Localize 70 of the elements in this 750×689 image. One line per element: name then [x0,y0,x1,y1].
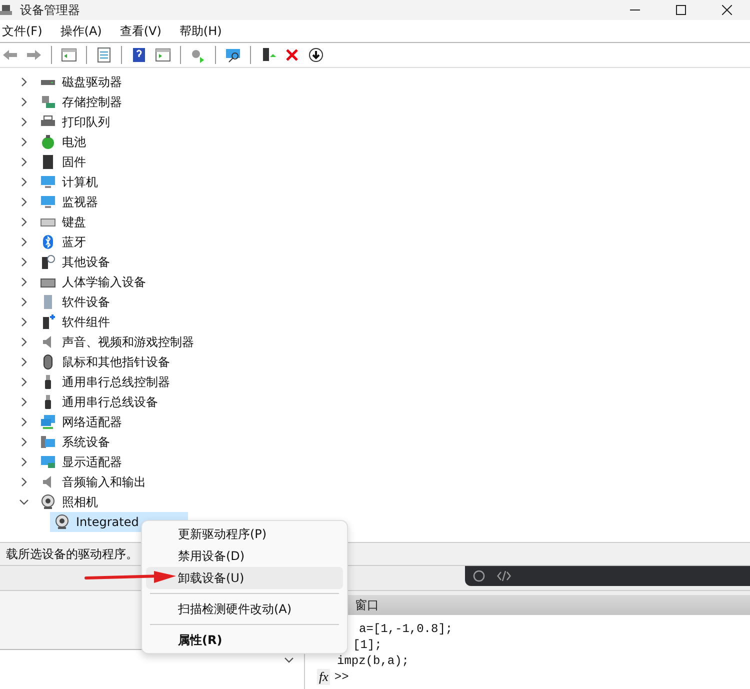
close-icon [722,5,732,15]
back-icon [2,47,18,63]
function-button[interactable]: fx [317,669,330,685]
menu-item[interactable]: 操作(A) [58,22,102,40]
tree-item[interactable]: 磁盘驱动器 [36,72,126,92]
tree-item[interactable]: 照相机 [36,492,102,512]
circle-icon[interactable] [473,570,485,582]
battery-icon [40,134,56,150]
display-adapter-icon [40,454,56,470]
help-icon [131,47,147,63]
network-icon [40,414,56,430]
tree-item[interactable]: 鼠标和其他指针设备 [36,352,174,372]
tree-item[interactable]: 打印队列 [36,112,114,132]
command-prompt[interactable]: >> [334,669,349,685]
tree-item[interactable]: 监视器 [36,192,102,212]
update-driver-icon [190,47,206,63]
tree-item[interactable]: 音频输入和输出 [36,472,150,492]
tree-item[interactable]: 计算机 [36,172,102,192]
device-manager-icon [0,4,12,16]
chip-icon [40,154,56,170]
code-line: a=[1,-1,0.8]; [359,621,453,637]
chevron-down-icon[interactable] [284,656,294,664]
tree-item[interactable]: 人体学输入设备 [36,272,150,292]
code-line: impz(b,a); [337,653,410,669]
monitor-icon [40,194,56,210]
download-icon [308,47,324,63]
tree-item[interactable]: 显示适配器 [36,452,126,472]
tree-item[interactable]: 声音、视频和游戏控制器 [36,332,198,352]
download-button[interactable] [306,45,326,65]
tree-item[interactable]: 系统设备 [36,432,114,452]
tree-item[interactable]: 其他设备 [36,252,114,272]
unknown-device-icon [40,254,56,270]
properties-icon [96,47,112,63]
tree-item[interactable]: 电池 [36,132,90,152]
window-pane-icon [61,47,77,63]
tree-item[interactable]: 键盘 [36,212,90,232]
code-line: [1]; [353,637,382,653]
menu-item[interactable]: 禁用设备(D) [146,545,343,567]
storage-controller-icon [40,94,56,110]
tree-item[interactable]: 通用串行总线设备 [36,392,162,412]
menu-item[interactable]: 卸载设备(U) [146,567,343,589]
system-device-icon [40,434,56,450]
bluetooth-icon [40,234,56,250]
maximize-icon [676,5,686,15]
window-pane-icon [155,47,171,63]
tree-item[interactable]: 固件 [36,152,90,172]
scan-icon [225,47,241,63]
delete-icon [284,47,300,63]
menu-item[interactable]: 查看(V) [118,22,162,40]
menu-item[interactable]: 文件(F) [0,22,42,40]
component-icon [40,314,56,330]
menu-item[interactable]: 帮助(H) [177,22,222,40]
tree-item[interactable]: 通用串行总线控制器 [36,372,174,392]
add-device-icon [260,47,276,63]
code-icon[interactable] [497,570,511,582]
tree-item[interactable]: 蓝牙 [36,232,90,252]
tree-item[interactable]: 存储控制器 [36,92,126,112]
panel-title: 窗口 [355,596,379,614]
tree-item[interactable]: 软件设备 [36,292,114,312]
chevron-down-icon[interactable] [19,498,29,506]
menu-item[interactable]: 扫描检测硬件改动(A) [146,598,343,620]
status-text: 载所选设备的驱动程序。 [6,546,138,562]
window-title: 设备管理器 [20,2,80,18]
webcam-icon [54,514,70,530]
computer-icon [40,174,56,190]
tree-item[interactable]: 网络适配器 [36,412,126,432]
menu-item[interactable]: 属性(R) [146,629,343,651]
tree-item[interactable]: 软件组件 [36,312,114,332]
forward-icon [26,47,42,63]
webcam-icon [40,494,56,510]
